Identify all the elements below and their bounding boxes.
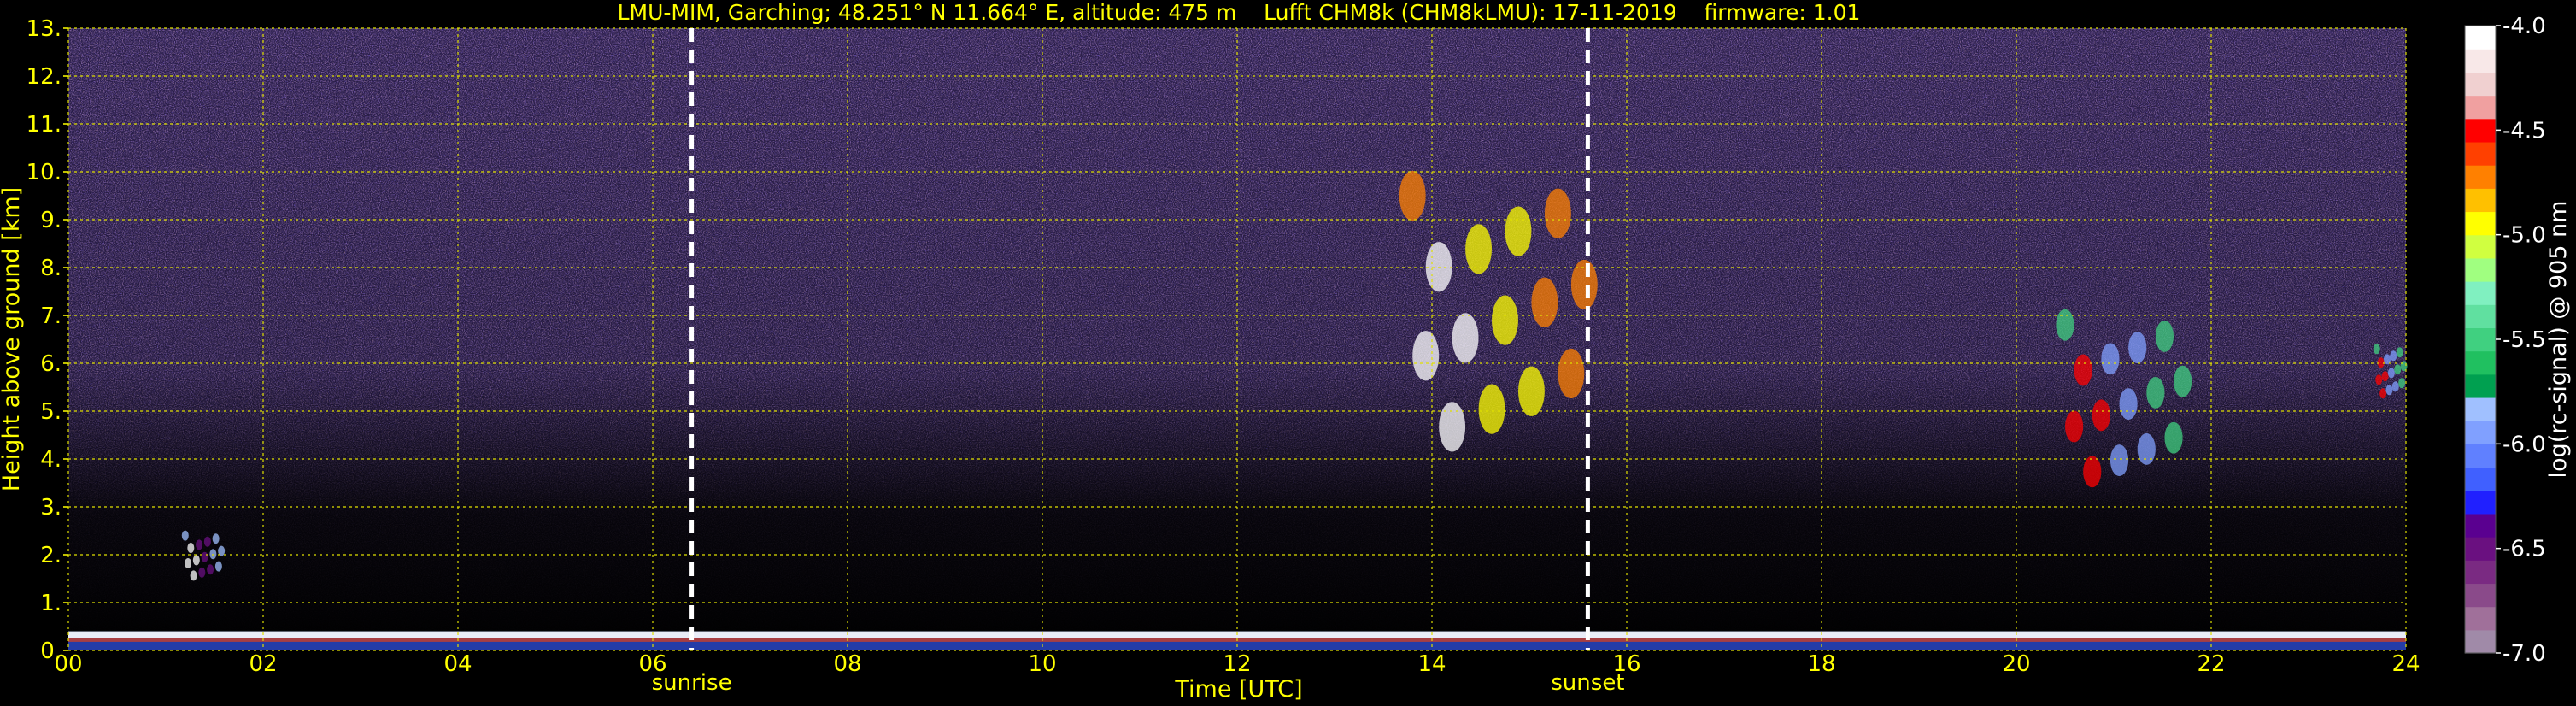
plot-area (67, 27, 2408, 651)
colorbar-band (2465, 234, 2496, 259)
colorbar-band (2465, 211, 2496, 236)
colorbar-tick-label: -6.5 (2503, 537, 2546, 562)
colorbar-band (2465, 397, 2496, 421)
colorbar-band (2465, 513, 2496, 538)
y-tick-label: 10. (26, 160, 62, 185)
colorbar-tick-label: -4.5 (2503, 118, 2546, 144)
colorbar-bands (2465, 26, 2496, 654)
x-axis-label: Time [UTC] (1174, 676, 1302, 703)
y-tick-label: 11. (26, 112, 62, 138)
x-tick-label: 04 (443, 651, 472, 677)
colorbar: -4.0 -4.5 -5.0 -5.5 -6.0 -6.5 -7.0 log(rc-sign… (2464, 14, 2572, 667)
colorbar-tick-label: -5.5 (2503, 327, 2546, 353)
y-tick-label: 4. (40, 447, 62, 473)
x-tick-label: 00 (54, 651, 82, 677)
colorbar-label: log(rc-signal) @ 905 nm (2545, 201, 2572, 479)
colorbar-band (2465, 606, 2496, 631)
colorbar-band (2465, 188, 2496, 213)
y-tick-label: 6. (40, 351, 62, 377)
y-tick-label: 1. (40, 591, 62, 616)
colorbar-ticks: -4.0 -4.5 -5.0 -5.5 -6.0 -6.5 -7.0 (2496, 14, 2546, 667)
colorbar-band (2465, 350, 2496, 375)
x-tick-label: 10 (1028, 651, 1056, 677)
x-tick-label: 12 (1223, 651, 1251, 677)
x-tick-label: 20 (2002, 651, 2030, 677)
colorbar-band (2465, 304, 2496, 329)
colorbar-band (2465, 629, 2496, 654)
colorbar-band (2465, 421, 2496, 444)
x-tick-label: 02 (249, 651, 277, 677)
x-tick-label: 22 (2197, 651, 2225, 677)
colorbar-band (2465, 444, 2496, 468)
colorbar-band (2465, 49, 2496, 73)
colorbar-band (2465, 537, 2496, 561)
chart-title: LMU-MIM, Garching; 48.251° N 11.664° E, … (618, 0, 1861, 25)
y-tick-label: 13. (26, 16, 62, 42)
x-tick-label: 14 (1417, 651, 1446, 677)
colorbar-band (2465, 118, 2496, 143)
colorbar-tick-label: -6.0 (2503, 432, 2546, 457)
colorbar-band (2465, 95, 2496, 120)
colorbar-band (2465, 165, 2496, 189)
y-tick-label: 12. (26, 64, 62, 90)
y-tick-label: 8. (40, 256, 62, 281)
x-tick-label: 08 (833, 651, 861, 677)
colorbar-band (2465, 467, 2496, 491)
event-label-sunrise: sunrise (652, 670, 732, 696)
colorbar-band (2465, 281, 2496, 305)
colorbar-band (2465, 72, 2496, 97)
colorbar-band (2465, 583, 2496, 608)
x-tick-label: 18 (1807, 651, 1835, 677)
colorbar-band (2465, 141, 2496, 166)
y-tick-label: 7. (40, 303, 62, 329)
y-axis-label: Height above ground [km] (0, 187, 25, 491)
y-tick-label: 9. (40, 208, 62, 233)
y-tick-label: 5. (40, 399, 62, 425)
colorbar-tick-label: -4.0 (2503, 14, 2546, 39)
colorbar-band (2465, 327, 2496, 352)
colorbar-band (2465, 26, 2496, 50)
x-tick-label: 24 (2391, 651, 2420, 677)
colorbar-band (2465, 490, 2496, 515)
colorbar-tick-label: -7.0 (2503, 641, 2546, 667)
colorbar-tick-label: -5.0 (2503, 223, 2546, 249)
ceilometer-chart: 0.1.2.3.4.5.6.7.8.9.10.11.12.13. 00 02 04 0… (0, 0, 2572, 703)
colorbar-band (2465, 374, 2496, 398)
y-axis: 0.1.2.3.4.5.6.7.8.9.10.11.12.13. (26, 16, 68, 664)
colorbar-band (2465, 560, 2496, 585)
y-tick-label: 3. (40, 495, 62, 521)
event-label-sunset: sunset (1551, 670, 1624, 696)
colorbar-band (2465, 257, 2496, 282)
y-tick-label: 2. (40, 543, 62, 568)
